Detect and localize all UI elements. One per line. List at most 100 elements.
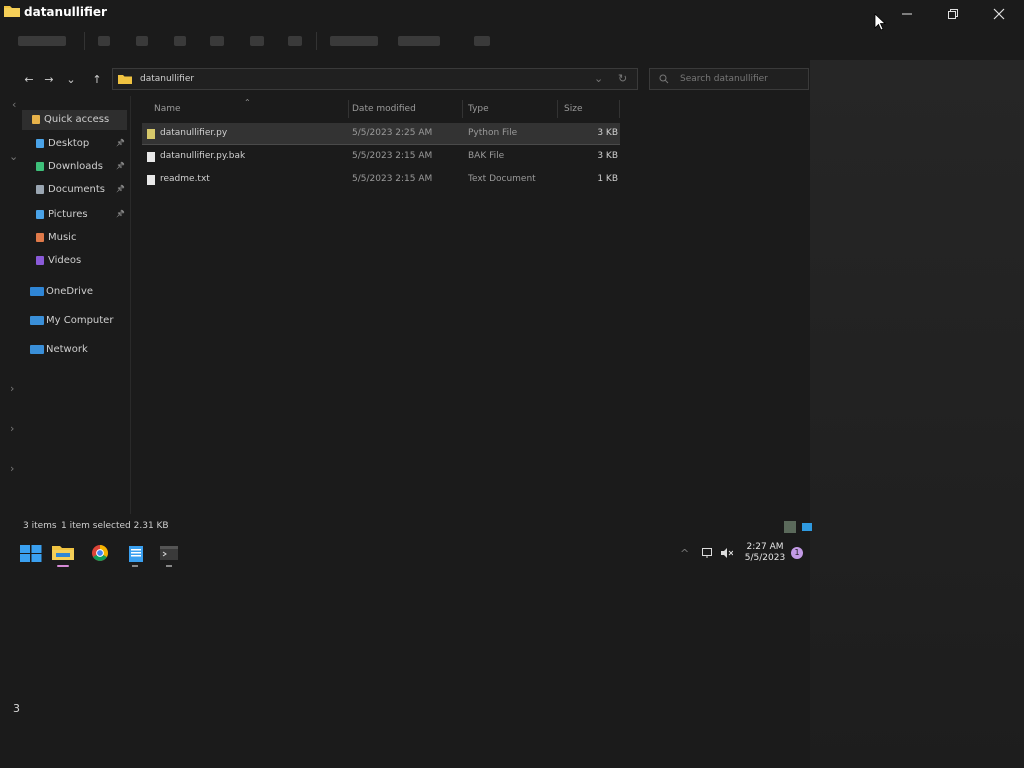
sidebar-item-label[interactable]: Downloads [48, 161, 103, 172]
file-icon [147, 175, 155, 185]
sidebar-item-label[interactable]: Music [48, 232, 76, 243]
file-size: 3 KB [597, 128, 618, 138]
file-icon [147, 152, 155, 162]
background-area [810, 60, 1024, 768]
pane-divider[interactable] [130, 96, 131, 514]
paste-button[interactable] [174, 36, 186, 46]
pin-icon: 📌 [116, 139, 125, 147]
details-view-button[interactable] [784, 521, 796, 533]
active-app-indicator [57, 565, 69, 567]
minimize-icon [902, 13, 912, 15]
sidebar-item-label[interactable]: Documents [48, 184, 105, 195]
item-count: 3 items [23, 521, 57, 531]
more-options-button[interactable] [474, 36, 490, 46]
share-button[interactable] [250, 36, 264, 46]
close-icon [993, 8, 1005, 20]
terminal-icon[interactable] [160, 546, 178, 560]
file-type: Python File [468, 128, 518, 138]
sidebar-item-label[interactable]: Videos [48, 255, 81, 266]
pictures-icon [36, 210, 44, 219]
column-separator[interactable] [557, 100, 558, 118]
file-type: BAK File [468, 151, 505, 161]
minimize-button[interactable] [884, 0, 930, 28]
sidebar-item-label[interactable]: Desktop [48, 138, 89, 149]
search-placeholder: Search datanullifier [680, 74, 768, 84]
copy-button[interactable] [136, 36, 148, 46]
file-name: datanullifier.py.bak [160, 151, 246, 161]
sidebar-item-label[interactable]: My Computer [46, 315, 113, 326]
refresh-icon[interactable]: ↻ [618, 72, 627, 85]
documents-icon [36, 185, 44, 194]
column-header-name[interactable]: Name [154, 104, 181, 114]
folder-icon [4, 6, 20, 17]
show-hidden-icons-icon[interactable]: ^ [680, 547, 689, 560]
chrome-icon[interactable] [92, 545, 108, 561]
sidebar-item-label[interactable]: Quick access [44, 114, 109, 125]
search-icon [659, 74, 669, 84]
clock-time[interactable]: 2:27 AM [740, 542, 790, 552]
pin-icon: 📌 [116, 185, 125, 193]
file-date: 5/5/2023 2:15 AM [352, 151, 433, 161]
navigation-pane [0, 96, 130, 516]
recent-locations-button[interactable]: ⌄ [62, 72, 80, 88]
network-icon [30, 345, 44, 354]
desktop-icon [36, 139, 44, 148]
address-dropdown-icon[interactable]: ⌄ [594, 72, 603, 85]
stray-label: 3 [13, 702, 20, 715]
collapse-pane-icon[interactable]: ‹ [12, 98, 16, 111]
window-title: datanullifier [24, 5, 107, 19]
column-separator[interactable] [462, 100, 463, 118]
file-type: Text Document [468, 174, 536, 184]
expand-icon[interactable]: › [10, 462, 14, 475]
sidebar-item-label[interactable]: Pictures [48, 209, 88, 220]
tiles-view-button[interactable] [802, 523, 812, 531]
title-bar [0, 0, 1024, 26]
column-header-date[interactable]: Date modified [352, 104, 416, 114]
sort-button[interactable] [330, 36, 378, 46]
app-indicator [166, 565, 172, 567]
address-path: datanullifier [140, 74, 195, 84]
file-date: 5/5/2023 2:25 AM [352, 128, 433, 138]
maximize-button[interactable] [930, 0, 976, 28]
rename-button[interactable] [210, 36, 224, 46]
star-icon [32, 115, 40, 124]
delete-button[interactable] [288, 36, 302, 46]
restore-icon [948, 9, 958, 19]
toolbar-separator [84, 32, 85, 50]
close-button[interactable] [976, 0, 1022, 28]
pin-icon: 📌 [116, 162, 125, 170]
windows-start-icon[interactable] [20, 545, 42, 562]
volume-muted-icon[interactable] [721, 548, 733, 558]
sidebar-item-label[interactable]: Network [46, 344, 88, 355]
back-button[interactable]: ← [20, 72, 38, 88]
up-button[interactable]: ↑ [88, 72, 106, 88]
column-header-size[interactable]: Size [564, 104, 582, 114]
cloud-icon [30, 287, 44, 296]
file-name: readme.txt [160, 174, 210, 184]
column-separator[interactable] [619, 100, 620, 118]
clock-date[interactable]: 5/5/2023 [740, 553, 790, 563]
new-button[interactable] [18, 36, 66, 46]
pin-icon: 📌 [116, 210, 125, 218]
taskbar [0, 538, 820, 570]
notepad-icon[interactable] [128, 544, 144, 562]
mouse-cursor-icon [874, 13, 886, 31]
file-name: datanullifier.py [160, 128, 228, 138]
cut-button[interactable] [98, 36, 110, 46]
network-status-icon[interactable] [702, 548, 714, 558]
notification-badge[interactable]: 1 [791, 547, 803, 559]
column-header-type[interactable]: Type [468, 104, 489, 114]
expand-icon[interactable]: › [10, 422, 14, 435]
expand-icon[interactable]: ⌄ [9, 150, 18, 163]
column-separator[interactable] [348, 100, 349, 118]
expand-icon[interactable]: › [10, 382, 14, 395]
computer-icon [30, 316, 44, 325]
python-file-icon [147, 129, 155, 139]
view-button[interactable] [398, 36, 440, 46]
forward-button[interactable]: → [40, 72, 58, 88]
videos-icon [36, 256, 44, 265]
toolbar-separator [316, 32, 317, 50]
sidebar-item-label[interactable]: OneDrive [46, 286, 93, 297]
file-explorer-icon[interactable] [52, 543, 74, 561]
file-size: 3 KB [597, 151, 618, 161]
